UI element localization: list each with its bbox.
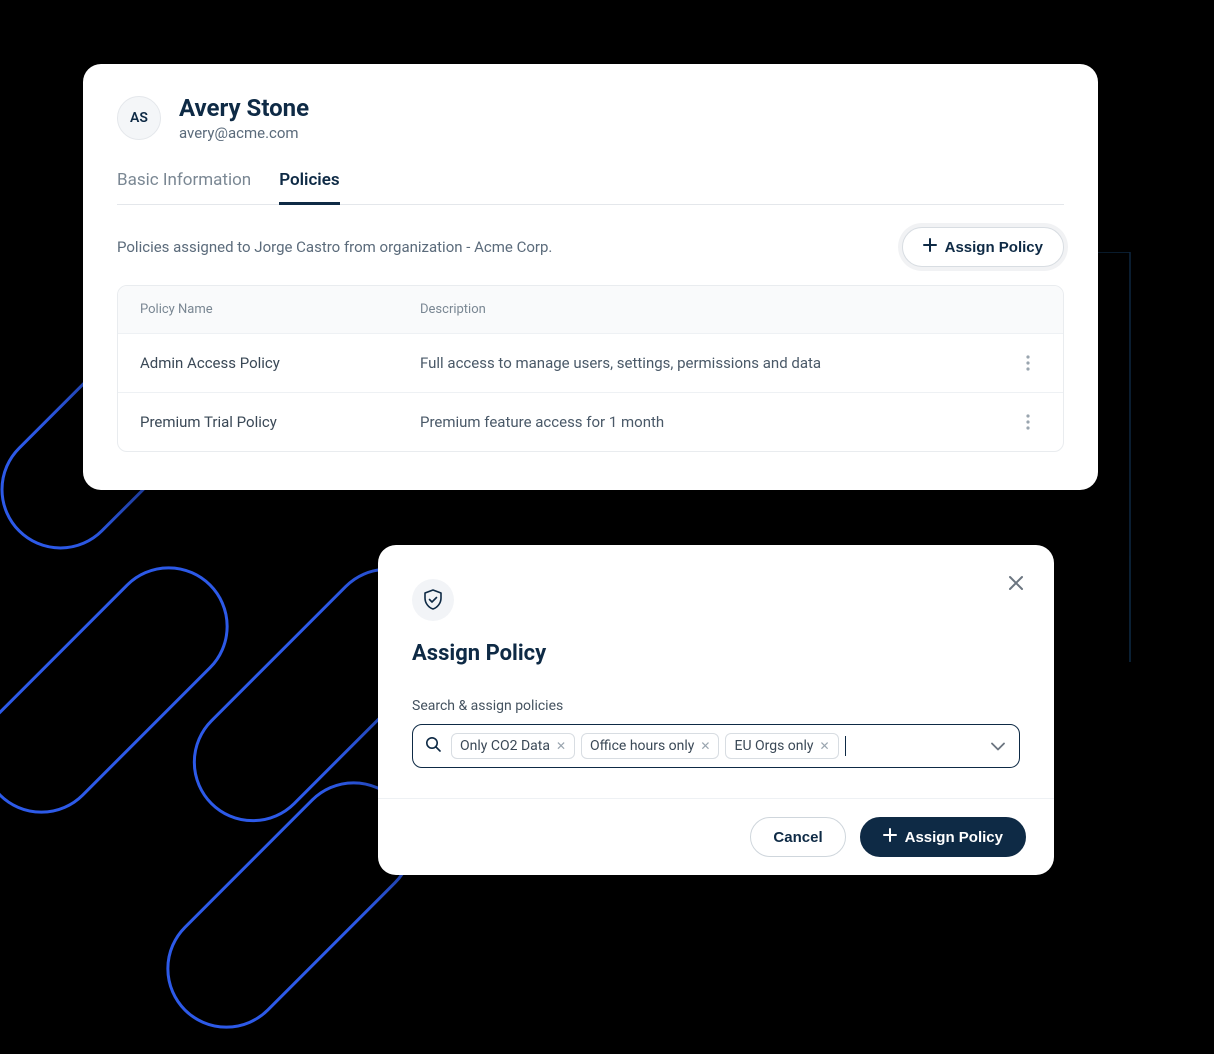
policy-search-multiselect[interactable]: Only CO2 Data ✕ Office hours only ✕ EU O… — [412, 724, 1020, 768]
shield-icon — [412, 579, 454, 621]
cancel-button[interactable]: Cancel — [750, 817, 845, 857]
assign-policy-submit-button[interactable]: Assign Policy — [860, 817, 1026, 857]
assign-policy-button-label: Assign Policy — [945, 239, 1043, 256]
search-field-label: Search & assign policies — [412, 698, 1020, 714]
chip-label: Only CO2 Data — [460, 738, 550, 754]
policy-name-cell: Premium Trial Policy — [140, 413, 420, 431]
modal-footer: Cancel Assign Policy — [378, 798, 1054, 875]
tabs: Basic Information Policies — [117, 160, 1064, 205]
policy-description-cell: Full access to manage users, settings, p… — [420, 354, 991, 372]
search-icon — [425, 736, 441, 756]
user-name: Avery Stone — [179, 94, 309, 122]
tab-policies[interactable]: Policies — [279, 160, 339, 205]
chevron-down-icon[interactable] — [991, 737, 1005, 756]
row-actions-menu[interactable] — [1015, 350, 1041, 376]
chip-label: EU Orgs only — [734, 738, 813, 754]
close-button[interactable] — [1002, 569, 1030, 597]
close-icon — [1008, 575, 1024, 591]
col-header-name: Policy Name — [140, 302, 420, 317]
policies-header-row: Policies assigned to Jorge Castro from o… — [117, 227, 1064, 267]
chip: EU Orgs only ✕ — [725, 733, 838, 759]
tab-basic-information[interactable]: Basic Information — [117, 160, 251, 205]
modal-title: Assign Policy — [412, 641, 1020, 666]
kebab-icon — [1026, 355, 1030, 371]
cancel-button-label: Cancel — [773, 829, 822, 846]
policies-caption: Policies assigned to Jorge Castro from o… — [117, 238, 552, 256]
user-email: avery@acme.com — [179, 124, 309, 142]
chip-label: Office hours only — [590, 738, 694, 754]
avatar: AS — [117, 96, 161, 140]
assign-policy-button[interactable]: Assign Policy — [902, 227, 1064, 267]
plus-icon — [923, 238, 937, 256]
user-header: AS Avery Stone avery@acme.com — [117, 94, 1064, 142]
chip: Office hours only ✕ — [581, 733, 719, 759]
row-actions-menu[interactable] — [1015, 409, 1041, 435]
policy-name-cell: Admin Access Policy — [140, 354, 420, 372]
policy-description-cell: Premium feature access for 1 month — [420, 413, 991, 431]
policies-table: Policy Name Description Admin Access Pol… — [117, 285, 1064, 452]
chip: Only CO2 Data ✕ — [451, 733, 575, 759]
chip-remove[interactable]: ✕ — [700, 739, 710, 753]
assign-policy-submit-label: Assign Policy — [905, 829, 1003, 846]
chip-remove[interactable]: ✕ — [556, 739, 566, 753]
table-row: Premium Trial Policy Premium feature acc… — [118, 392, 1063, 451]
table-row: Admin Access Policy Full access to manag… — [118, 333, 1063, 392]
col-header-description: Description — [420, 302, 991, 317]
plus-icon — [883, 828, 897, 846]
text-cursor — [845, 736, 846, 756]
chip-remove[interactable]: ✕ — [820, 739, 830, 753]
user-detail-panel: AS Avery Stone avery@acme.com Basic Info… — [83, 64, 1098, 490]
assign-policy-modal: Assign Policy Search & assign policies O… — [378, 545, 1054, 875]
table-header: Policy Name Description — [118, 286, 1063, 333]
kebab-icon — [1026, 414, 1030, 430]
